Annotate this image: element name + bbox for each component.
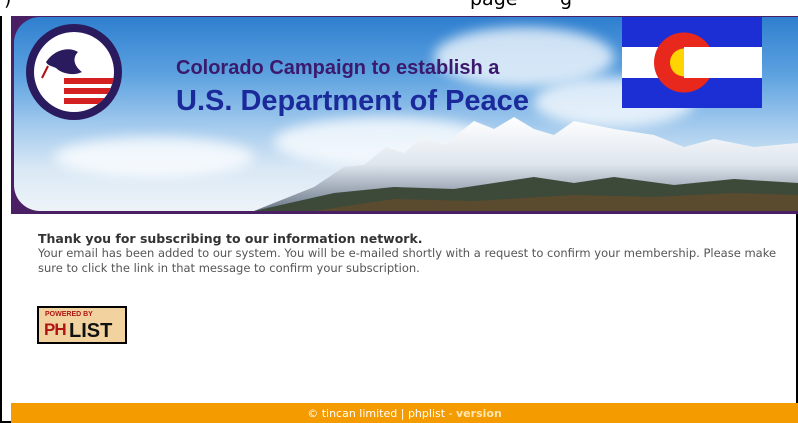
peace-dove-logo xyxy=(26,24,122,120)
ph-logo-mark: PH xyxy=(44,320,67,339)
confirmation-heading: Thank you for subscribing to our informa… xyxy=(38,231,423,246)
header-title-line1: Colorado Campaign to establish a xyxy=(176,57,500,79)
list-logo-text: LIST xyxy=(69,320,113,342)
footer-separator: | xyxy=(397,407,408,420)
subscription-message: Thank you for subscribing to our informa… xyxy=(38,231,798,276)
footer-dash: - xyxy=(445,407,457,420)
banner-sky: Colorado Campaign to establish a U.S. De… xyxy=(14,17,798,211)
header-banner: Colorado Campaign to establish a U.S. De… xyxy=(11,14,798,214)
powered-by-phplist-badge[interactable]: POWERED BY PH LIST xyxy=(37,306,127,344)
powered-by-label: POWERED BY xyxy=(45,311,93,318)
confirmation-body: Your email has been added to our system.… xyxy=(38,246,777,275)
phplist-link[interactable]: phplist xyxy=(408,407,445,420)
footer-bar: © tincan limited | phplist - version xyxy=(11,403,798,423)
header-title-line2: U.S. Department of Peace xyxy=(176,85,529,117)
copyright-text[interactable]: © tincan limited xyxy=(307,407,397,420)
version-link[interactable]: version xyxy=(456,407,502,420)
cropped-top-text: ) page g xyxy=(0,0,798,16)
footer-credits: © tincan limited | phplist - version xyxy=(11,407,798,420)
colorado-flag-image xyxy=(622,17,762,108)
